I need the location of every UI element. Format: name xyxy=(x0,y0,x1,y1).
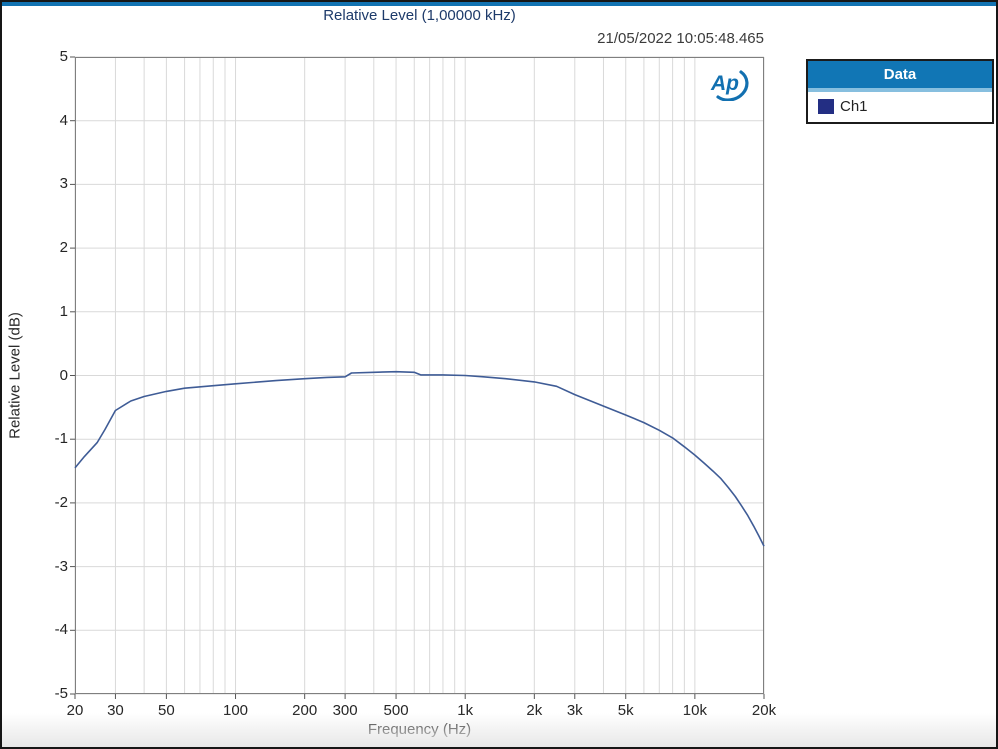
y-axis-title: Relative Level (dB) xyxy=(6,312,24,439)
x-tick-label: 5k xyxy=(617,702,634,719)
y-tick-label: 5 xyxy=(59,48,68,65)
window-accent-bar xyxy=(2,2,996,6)
series-curve-ch1 xyxy=(74,370,765,547)
legend-row-ch1[interactable]: Ch1 xyxy=(808,92,992,122)
legend-box: Data Ch1 xyxy=(806,59,994,124)
chart-timestamp: 21/05/2022 10:05:48.465 xyxy=(597,30,764,47)
y-tick-label: 0 xyxy=(59,366,68,384)
y-tick-label: -4 xyxy=(54,621,68,639)
x-tick-label: 10k xyxy=(682,702,707,719)
y-tick-label: 1 xyxy=(59,302,68,320)
chart-panel: Relative Level (1,00000 kHz) 21/05/2022 … xyxy=(0,0,998,749)
x-tick-label: 1k xyxy=(457,702,474,719)
plot-canvas xyxy=(70,56,765,699)
x-tick-label: 300 xyxy=(332,702,358,719)
y-tick-label: -2 xyxy=(54,493,68,511)
legend-series-label: Ch1 xyxy=(840,98,868,115)
legend-header: Data xyxy=(808,61,992,88)
y-tick-label: 2 xyxy=(59,239,68,257)
ap-logo-icon: Ap xyxy=(708,65,752,102)
y-tick-label: -1 xyxy=(54,430,68,448)
x-tick-label: 20k xyxy=(751,702,777,719)
x-tick-label: 500 xyxy=(383,702,409,719)
chart-title: Relative Level (1,00000 kHz) xyxy=(323,7,516,24)
y-tick-label: 4 xyxy=(59,111,68,129)
plot-area xyxy=(70,56,765,699)
x-tick-label: 30 xyxy=(107,702,124,719)
x-tick-label: 50 xyxy=(158,702,175,719)
series-color-swatch-icon xyxy=(818,99,834,114)
x-axis-title: Frequency (Hz) xyxy=(367,721,472,738)
svg-text:Ap: Ap xyxy=(710,72,739,95)
x-tick-label: 3k xyxy=(566,702,583,719)
y-tick-label: -3 xyxy=(54,557,68,575)
y-tick-label: 3 xyxy=(59,175,68,193)
x-tick-label: 100 xyxy=(223,702,249,719)
y-tick-label: -5 xyxy=(54,685,68,702)
